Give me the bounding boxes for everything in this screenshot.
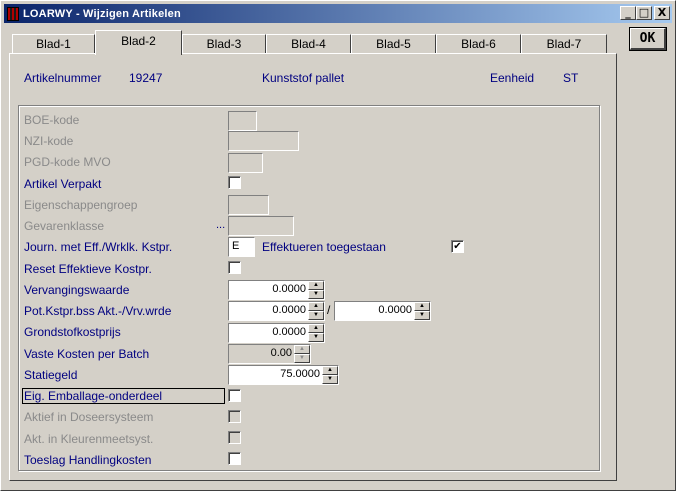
potkst-value-1: 0.0000 — [272, 304, 306, 316]
main-window: LOARWY - Wijzigen Artikelen _ □ X OK Bla… — [0, 0, 676, 491]
potkst-input-2[interactable]: 0.0000 ▲ ▼ — [334, 301, 431, 321]
potkst-spinner-2[interactable]: ▲ ▼ — [414, 302, 430, 320]
vervanging-value: 0.0000 — [272, 283, 306, 295]
statiegeld-input[interactable]: 75.0000 ▲ ▼ — [228, 365, 339, 385]
vervanging-spinner[interactable]: ▲ ▼ — [308, 281, 324, 299]
spin-down-icon: ▼ — [294, 354, 310, 363]
spin-down-icon[interactable]: ▼ — [322, 375, 338, 384]
vervanging-label: Vervangingswaarde — [24, 283, 130, 297]
app-icon — [7, 6, 19, 21]
close-button[interactable]: X — [654, 6, 670, 20]
spin-up-icon[interactable]: ▲ — [308, 281, 324, 290]
eigenschappen-label: Eigenschappengroep — [24, 198, 138, 212]
potkst-separator: / — [327, 303, 331, 317]
maximize-button[interactable]: □ — [636, 6, 652, 20]
spin-up-icon[interactable]: ▲ — [308, 302, 324, 311]
grondstof-input[interactable]: 0.0000 ▲ ▼ — [228, 323, 325, 343]
spin-up-icon[interactable]: ▲ — [308, 324, 324, 333]
vaste-kosten-input: 0.00 ▲ ▼ — [228, 344, 311, 364]
potkst-input-1[interactable]: 0.0000 ▲ ▼ — [228, 301, 325, 321]
spin-down-icon[interactable]: ▼ — [308, 311, 324, 320]
spin-down-icon[interactable]: ▼ — [308, 290, 324, 299]
journ-code-input[interactable]: E — [228, 237, 255, 257]
emballage-checkbox[interactable] — [228, 389, 241, 402]
minimize-button[interactable]: _ — [620, 6, 636, 20]
gevaren-label: Gevarenklasse — [24, 219, 105, 233]
tab-blad-3[interactable]: Blad-3 — [182, 34, 266, 54]
tab-blad-1[interactable]: Blad-1 — [12, 34, 95, 54]
artikelnummer-label: Artikelnummer — [24, 71, 102, 85]
eenheid-label: Eenheid — [490, 71, 535, 85]
spin-down-icon[interactable]: ▼ — [414, 311, 430, 320]
verpakt-checkbox[interactable] — [228, 176, 241, 189]
boe-field — [228, 111, 257, 131]
doseer-checkbox — [228, 410, 241, 423]
tab-blad-5[interactable]: Blad-5 — [351, 34, 436, 54]
effektueren-label: Effektueren toegestaan — [262, 240, 386, 254]
emballage-label: Eig. Emballage-onderdeel — [22, 388, 225, 404]
caption-buttons: _ □ X — [620, 6, 670, 20]
tab-blad-6[interactable]: Blad-6 — [436, 34, 521, 54]
nzi-label: NZI-kode — [24, 134, 74, 148]
kleuren-label: Akt. in Kleurenmeetsyst. — [24, 432, 154, 446]
journ-label: Journ. met Eff./Wrklk. Kstpr. — [24, 240, 173, 254]
gevaren-field — [228, 216, 294, 236]
tab-blad-2[interactable]: Blad-2 — [95, 30, 182, 55]
artikelnummer-value: 19247 — [129, 71, 163, 85]
kleuren-checkbox — [228, 431, 241, 444]
spin-down-icon[interactable]: ▼ — [308, 333, 324, 342]
article-description: Kunststof pallet — [262, 71, 345, 85]
statiegeld-label: Statiegeld — [24, 368, 78, 382]
gevaren-lookup[interactable]: ... — [216, 219, 225, 231]
eigenschappen-field — [228, 195, 269, 215]
statiegeld-spinner[interactable]: ▲ ▼ — [322, 366, 338, 384]
potkst-label: Pot.Kstpr.bss Akt.-/Vrv.wrde — [24, 304, 172, 318]
vaste-kosten-label: Vaste Kosten per Batch — [24, 347, 150, 361]
tab-blad-7[interactable]: Blad-7 — [521, 34, 607, 54]
title-bar[interactable]: LOARWY - Wijzigen Artikelen _ □ X — [4, 4, 672, 23]
pgd-label: PGD-kode MVO — [24, 155, 111, 169]
vervanging-input[interactable]: 0.0000 ▲ ▼ — [228, 280, 325, 300]
toeslag-label: Toeslag Handlingkosten — [24, 453, 152, 467]
toeslag-checkbox[interactable] — [228, 452, 241, 465]
grondstof-spinner[interactable]: ▲ ▼ — [308, 324, 324, 342]
spin-up-icon: ▲ — [294, 345, 310, 354]
reset-checkbox[interactable] — [228, 261, 241, 274]
effektueren-checkbox[interactable]: ✔ — [451, 240, 464, 253]
nzi-field — [228, 131, 299, 151]
potkst-value-2: 0.0000 — [378, 304, 412, 316]
eenheid-value: ST — [563, 71, 579, 85]
pgd-field — [228, 153, 263, 173]
spin-up-icon[interactable]: ▲ — [414, 302, 430, 311]
ok-button[interactable]: OK — [629, 27, 667, 51]
potkst-spinner-1[interactable]: ▲ ▼ — [308, 302, 324, 320]
vaste-kosten-spinner: ▲ ▼ — [294, 345, 310, 363]
spin-up-icon[interactable]: ▲ — [322, 366, 338, 375]
tab-blad-4[interactable]: Blad-4 — [266, 34, 351, 54]
doseer-label: Aktief in Doseersysteem — [24, 410, 154, 424]
vaste-kosten-value: 0.00 — [270, 347, 292, 359]
grondstof-value: 0.0000 — [272, 326, 306, 338]
statiegeld-value: 75.0000 — [280, 368, 320, 380]
verpakt-label: Artikel Verpakt — [24, 177, 102, 191]
grondstof-label: Grondstofkostprijs — [24, 325, 121, 339]
boe-label: BOE-kode — [24, 113, 80, 127]
window-title: LOARWY - Wijzigen Artikelen — [23, 7, 181, 20]
reset-label: Reset Effektieve Kostpr. — [24, 262, 152, 276]
